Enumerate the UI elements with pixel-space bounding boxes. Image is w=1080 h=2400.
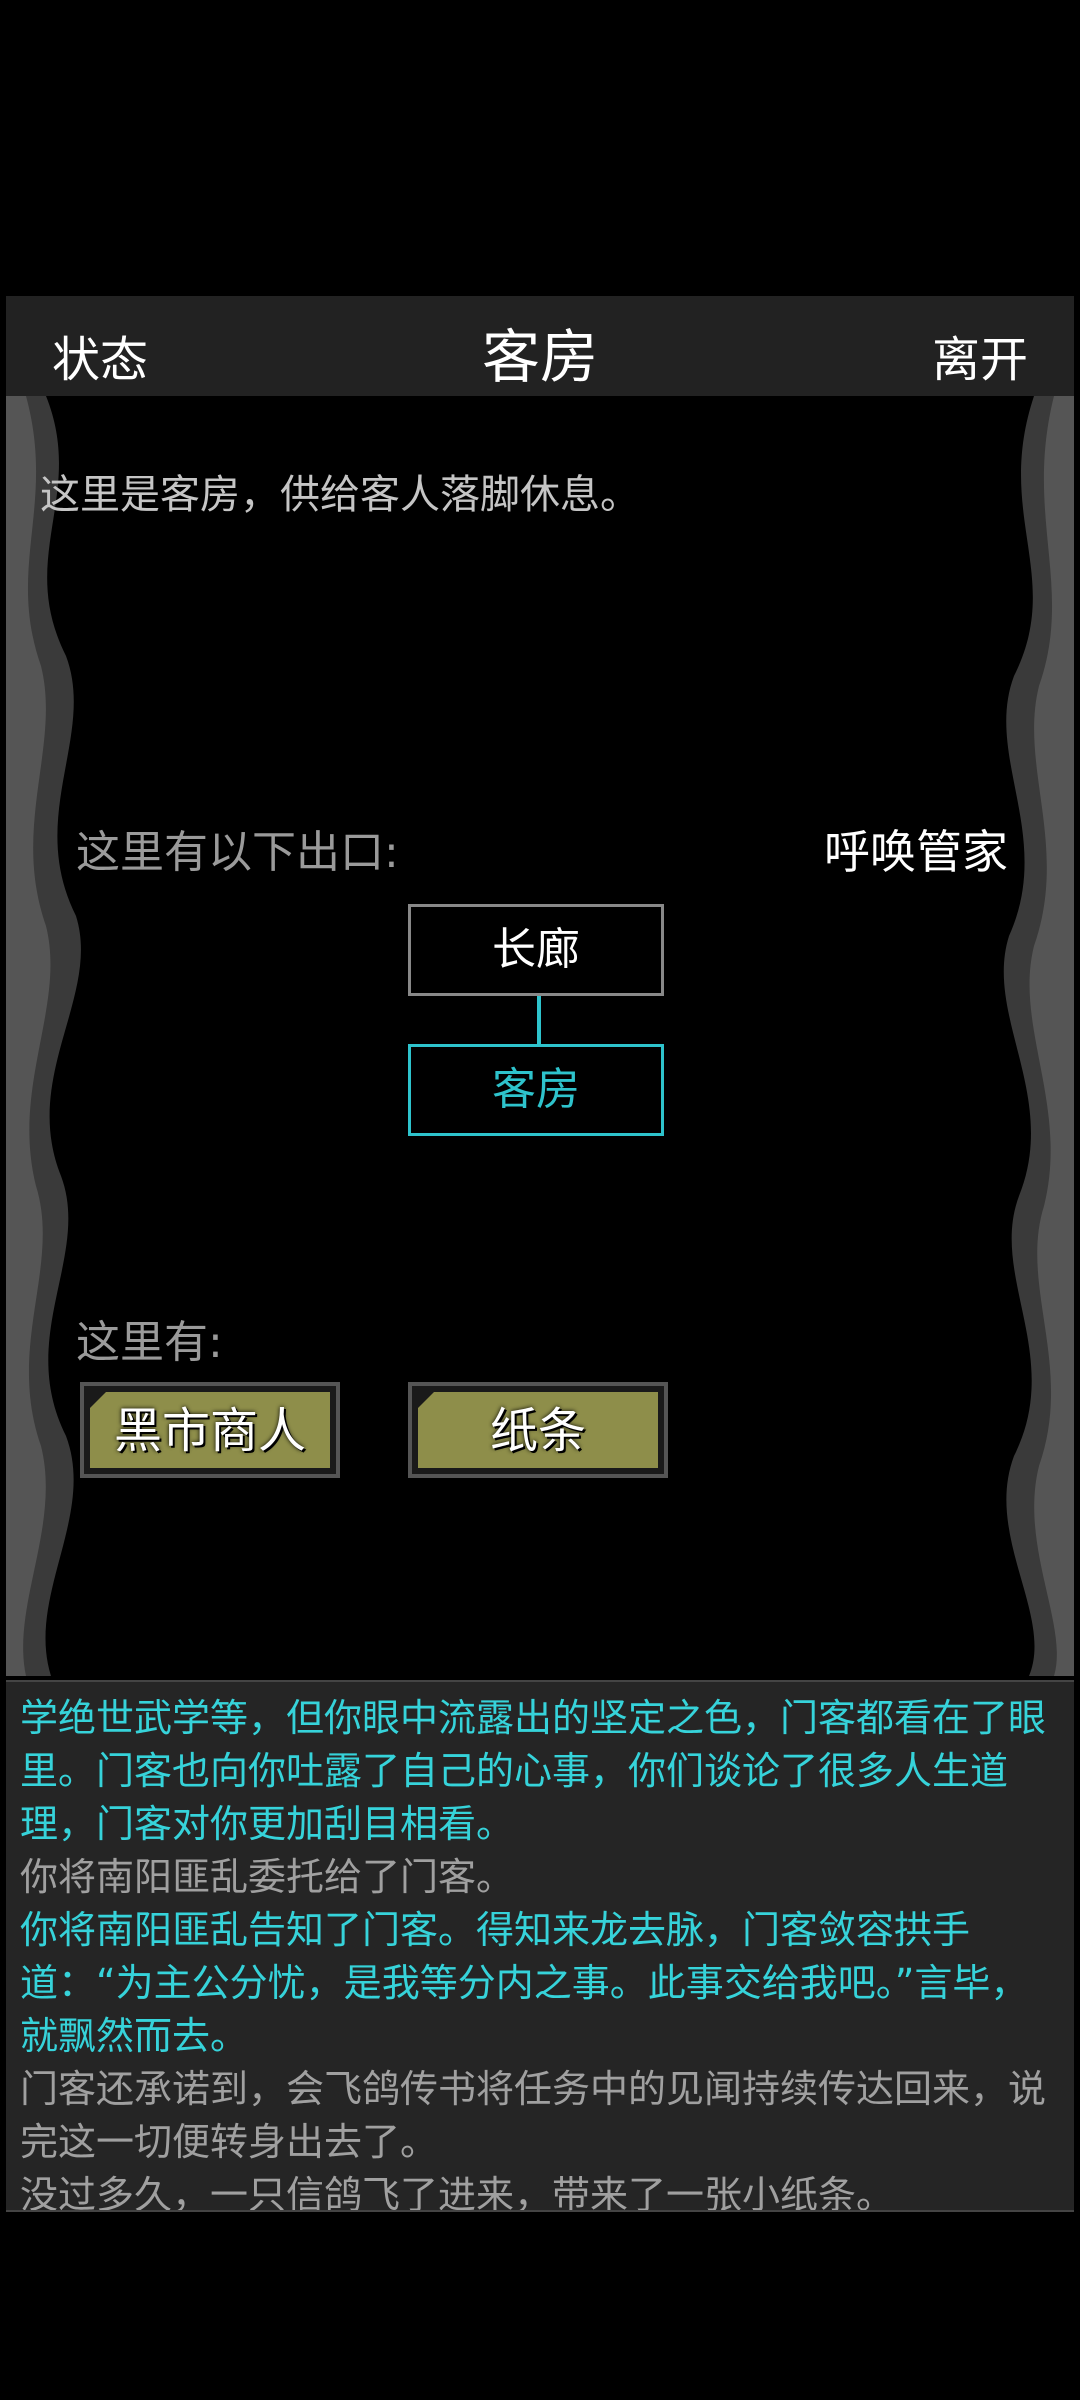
map-connector [537,996,541,1044]
leave-button[interactable]: 离开 [932,320,1028,390]
log-entry: 学绝世武学等，但你眼中流露出的坚定之色，门客都看在了眼里。门客也向你吐露了自己的… [20,1696,1047,1846]
black-market-merchant-button[interactable]: 黑市商人 [80,1382,340,1478]
room-description: 这里是客房，供给客人落脚休息。 [40,472,640,518]
object-label: 黑市商人 [90,1392,330,1468]
log-entry: 门客还承诺到，会飞鸽传书将任务中的见闻持续传达回来，说完这一切便转身出去了。 [20,2067,1047,2164]
room-panel: 这里是客房，供给客人落脚休息。 这里有以下出口: 呼唤管家 长廊 客房 这里有:… [6,396,1074,1676]
note-button[interactable]: 纸条 [408,1382,668,1478]
object-label: 纸条 [418,1392,658,1468]
smoke-decoration-right [1003,396,1074,1676]
exits-label: 这里有以下出口: [76,827,399,878]
page-title: 客房 [481,323,598,391]
here-label: 这里有: [76,1317,223,1368]
top-bar: 状态 客房 离开 [6,296,1074,397]
log-entry: 你将南阳匪乱告知了门客。得知来龙去脉，门客敛容拱手道：“为主公分忧，是我等分内之… [20,1908,1029,2058]
log-entry: 你将南阳匪乱委托给了门客。 [20,1855,515,1899]
current-room: 客房 [408,1044,664,1136]
smoke-decoration-left [6,396,81,1676]
message-log[interactable]: 学绝世武学等，但你眼中流露出的坚定之色，门客都看在了眼里。门客也向你吐露了自己的… [6,1680,1074,2212]
call-butler-button[interactable]: 呼唤管家 [824,816,1008,882]
log-entry: 没过多久，一只信鸽飞了进来，带来了一张小纸条。 [20,2173,895,2212]
exit-corridor[interactable]: 长廊 [408,904,664,996]
